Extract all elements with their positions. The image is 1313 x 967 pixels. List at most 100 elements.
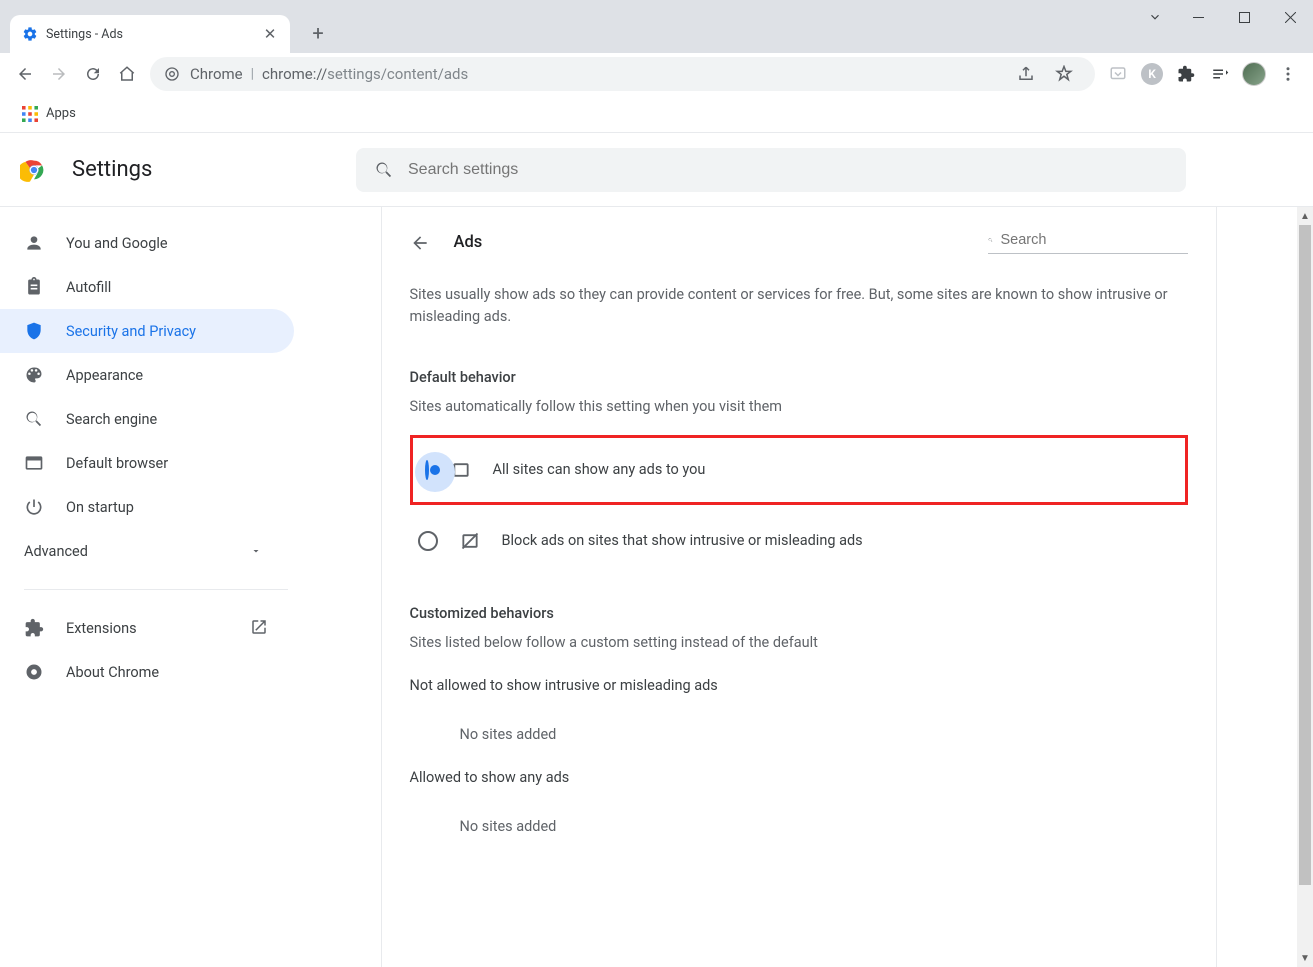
settings-sidebar: You and Google Autofill Security and Pri…	[0, 207, 300, 967]
search-icon	[374, 160, 394, 180]
empty-allowed: No sites added	[410, 818, 1188, 835]
page-description: Sites usually show ads so they can provi…	[410, 284, 1188, 329]
settings-content: Ads Sites usually show ads so they can p…	[300, 207, 1297, 967]
browser-toolbar: Chrome | chrome://settings/content/ads K	[0, 53, 1313, 95]
settings-search[interactable]	[356, 148, 1186, 192]
sidebar-item-label: Security and Privacy	[66, 323, 196, 340]
sidebar-item-label: You and Google	[66, 235, 168, 252]
close-tab-icon[interactable]: ✕	[262, 26, 278, 42]
allowed-label: Allowed to show any ads	[410, 769, 1188, 786]
close-window-button[interactable]	[1267, 0, 1313, 34]
gear-icon	[22, 26, 38, 42]
reload-button[interactable]	[76, 57, 110, 91]
chevron-down-icon	[250, 545, 262, 557]
subpage-search[interactable]	[988, 231, 1188, 254]
forward-button[interactable]	[42, 57, 76, 91]
chrome-icon	[24, 662, 44, 682]
share-icon[interactable]	[1009, 57, 1043, 91]
sidebar-item-label: Appearance	[66, 367, 143, 384]
extensions-puzzle-icon[interactable]	[1169, 57, 1203, 91]
back-button[interactable]	[8, 57, 42, 91]
sidebar-item-appearance[interactable]: Appearance	[0, 353, 294, 397]
sidebar-item-label: On startup	[66, 499, 134, 516]
omnibox-path: settings/content/ads	[327, 65, 468, 83]
shield-icon	[24, 321, 44, 341]
sidebar-item-label: Search engine	[66, 411, 157, 428]
default-behavior-title: Default behavior	[410, 369, 1188, 386]
settings-search-input[interactable]	[408, 161, 1168, 179]
puzzle-icon	[24, 618, 44, 638]
address-bar[interactable]: Chrome | chrome://settings/content/ads	[150, 57, 1095, 91]
bookmark-star-icon[interactable]	[1047, 57, 1081, 91]
sidebar-item-label: Default browser	[66, 455, 168, 472]
browser-titlebar: Settings - Ads ✕ +	[0, 0, 1313, 53]
scrollbar-thumb[interactable]	[1299, 225, 1311, 885]
radio-allow-row[interactable]: All sites can show any ads to you	[417, 440, 1181, 500]
home-button[interactable]	[110, 57, 144, 91]
power-icon	[24, 497, 44, 517]
apps-grid-icon	[22, 106, 38, 122]
bookmarks-bar: Apps	[0, 95, 1313, 133]
radio-allow-label: All sites can show any ads to you	[493, 461, 706, 478]
reading-list-icon[interactable]	[1203, 57, 1237, 91]
external-link-icon	[250, 618, 270, 638]
sidebar-item-label: Autofill	[66, 279, 111, 296]
page-title: Ads	[454, 233, 964, 252]
sidebar-item-label: About Chrome	[66, 664, 159, 681]
window-controls	[1135, 0, 1313, 34]
profile-k-icon[interactable]: K	[1135, 57, 1169, 91]
chevron-down-icon[interactable]	[1135, 0, 1175, 34]
maximize-button[interactable]	[1221, 0, 1267, 34]
vertical-scrollbar[interactable]: ▲ ▼	[1297, 207, 1313, 967]
customized-behaviors-desc: Sites listed below follow a custom setti…	[410, 634, 1188, 651]
new-tab-button[interactable]: +	[304, 19, 332, 47]
radio-block-label: Block ads on sites that show intrusive o…	[502, 532, 863, 549]
default-behavior-desc: Sites automatically follow this setting …	[410, 398, 1188, 415]
chrome-logo-icon	[20, 156, 48, 184]
sidebar-item-default-browser[interactable]: Default browser	[0, 441, 294, 485]
advanced-label: Advanced	[24, 543, 88, 560]
pocket-icon[interactable]	[1101, 57, 1135, 91]
settings-title: Settings	[72, 157, 332, 182]
menu-dots-icon[interactable]	[1271, 57, 1305, 91]
scroll-down-arrow[interactable]: ▼	[1297, 949, 1313, 967]
highlight-box: All sites can show any ads to you	[410, 435, 1188, 505]
tab-title: Settings - Ads	[46, 27, 262, 42]
sidebar-item-security-privacy[interactable]: Security and Privacy	[0, 309, 294, 353]
settings-header: Settings	[0, 133, 1313, 207]
sidebar-item-autofill[interactable]: Autofill	[0, 265, 294, 309]
not-allowed-label: Not allowed to show intrusive or mislead…	[410, 677, 1188, 694]
radio-selected-icon[interactable]	[425, 460, 429, 480]
minimize-button[interactable]	[1175, 0, 1221, 34]
sidebar-item-you-and-google[interactable]: You and Google	[0, 221, 294, 265]
back-arrow-icon[interactable]	[410, 233, 430, 253]
search-icon	[988, 231, 993, 249]
subpage-search-input[interactable]	[1001, 232, 1188, 248]
sidebar-separator	[24, 589, 288, 590]
clipboard-icon	[24, 277, 44, 297]
apps-label: Apps	[46, 106, 76, 121]
customized-behaviors-title: Customized behaviors	[410, 605, 1188, 622]
sidebar-item-extensions[interactable]: Extensions	[0, 606, 294, 650]
ads-block-icon	[460, 531, 480, 551]
palette-icon	[24, 365, 44, 385]
profile-avatar[interactable]	[1237, 57, 1271, 91]
sidebar-item-label: Extensions	[66, 620, 137, 637]
radio-block-row[interactable]: Block ads on sites that show intrusive o…	[410, 511, 1188, 571]
person-icon	[24, 233, 44, 253]
browser-tab[interactable]: Settings - Ads ✕	[10, 15, 290, 53]
omnibox-path-prefix: chrome://	[262, 65, 327, 83]
sidebar-item-search-engine[interactable]: Search engine	[0, 397, 294, 441]
sidebar-item-about-chrome[interactable]: About Chrome	[0, 650, 294, 694]
omnibox-scheme: Chrome	[190, 65, 243, 83]
scroll-up-arrow[interactable]: ▲	[1297, 207, 1313, 225]
radio-unselected-icon[interactable]	[418, 531, 438, 551]
apps-shortcut[interactable]: Apps	[14, 102, 84, 126]
empty-not-allowed: No sites added	[410, 726, 1188, 743]
sidebar-advanced[interactable]: Advanced	[0, 529, 300, 573]
sidebar-item-on-startup[interactable]: On startup	[0, 485, 294, 529]
chrome-circle-icon	[164, 66, 180, 82]
svg-text:K: K	[1148, 67, 1156, 81]
browser-window-icon	[24, 453, 44, 473]
search-icon	[24, 409, 44, 429]
